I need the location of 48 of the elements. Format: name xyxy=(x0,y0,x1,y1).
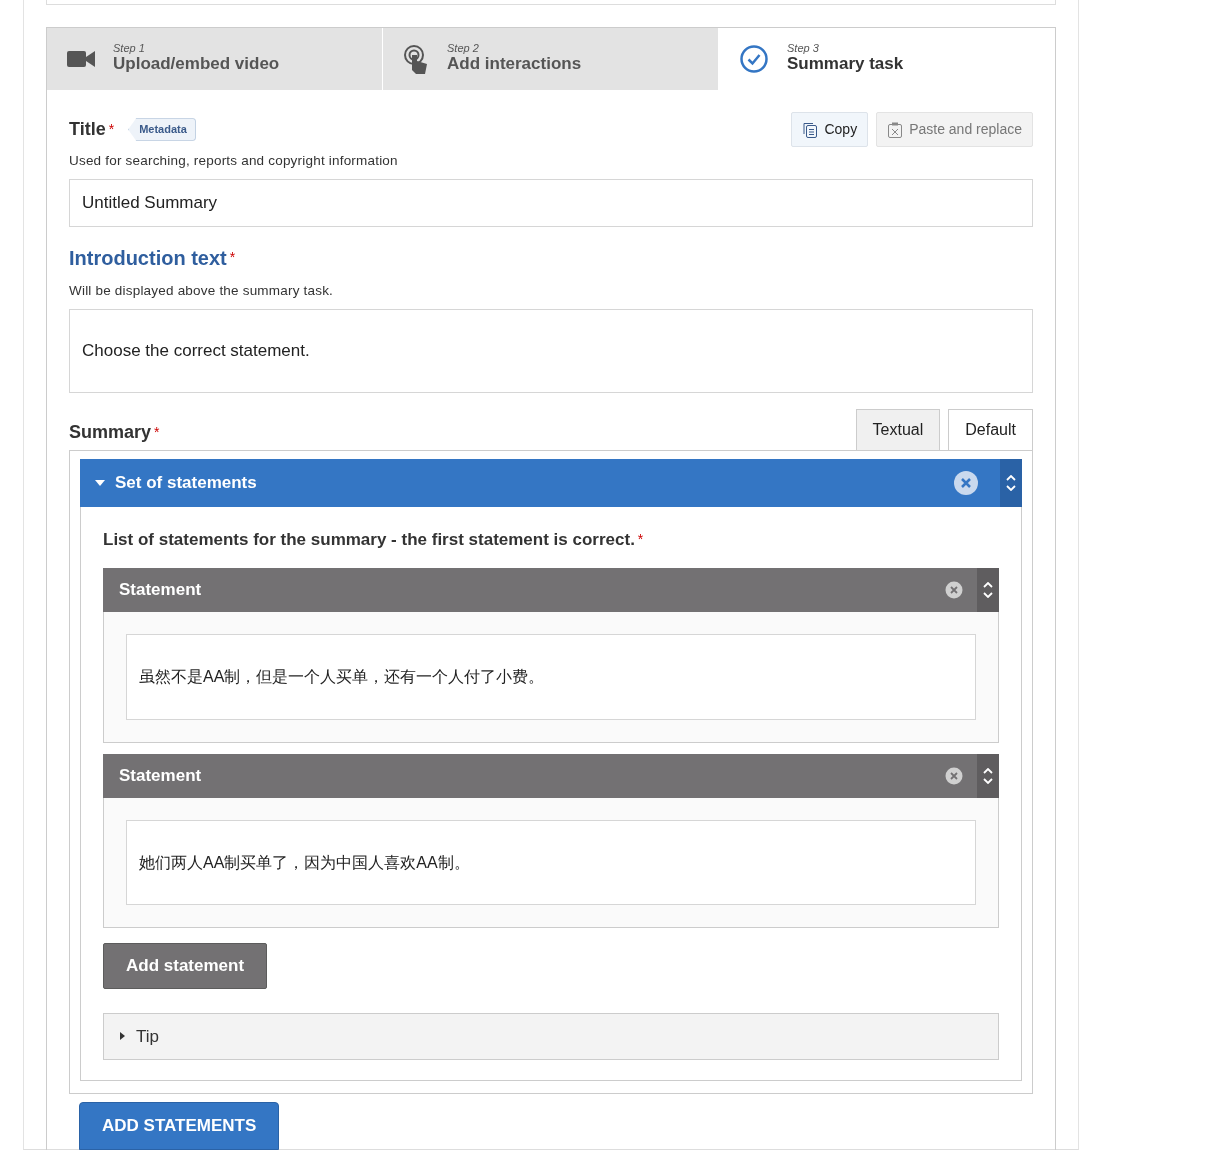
step-number: Step 1 xyxy=(113,43,146,55)
metadata-tag[interactable]: Metadata xyxy=(128,118,196,141)
copy-icon xyxy=(802,121,819,138)
field-description: Used for searching, reports and copyright information xyxy=(69,152,399,170)
step-label: Summary task xyxy=(787,54,904,75)
field-label: Summary xyxy=(69,420,152,444)
statement-field[interactable]: 虽然不是AA制，但是一个人买单，还有一个人付了小费。 xyxy=(126,634,976,720)
required-mark: * xyxy=(637,529,644,549)
step-label: Upload/embed video xyxy=(113,54,280,75)
add-statement-button[interactable]: Add statement xyxy=(103,943,268,989)
move-up-icon xyxy=(1006,474,1016,481)
move-down-icon xyxy=(1006,484,1016,491)
copy-button[interactable]: Copy xyxy=(791,112,869,147)
list-label: List of statements for the summary - the first statement is correct. xyxy=(103,528,635,551)
tip-toggle[interactable]: Tip xyxy=(103,1012,999,1061)
caret-down-icon xyxy=(95,477,105,488)
step-tab[interactable]: Step 1 Upload/embed video xyxy=(47,28,383,90)
step-label: Add interactions xyxy=(447,54,582,75)
field-description: Will be displayed above the summary task. xyxy=(69,281,335,300)
required-mark: * xyxy=(229,248,236,268)
move-down-icon xyxy=(983,777,993,784)
required-mark: * xyxy=(154,422,160,442)
required-mark: * xyxy=(108,120,115,139)
move-up-icon xyxy=(983,582,993,588)
remove-icon xyxy=(945,766,963,785)
step-tab[interactable]: Step 2 Add interactions xyxy=(383,28,719,90)
editor-tab[interactable]: Textual xyxy=(855,408,941,450)
remove-icon xyxy=(954,470,978,495)
remove-icon xyxy=(945,581,963,599)
statement-header[interactable]: Statement xyxy=(103,568,999,612)
statement-header[interactable]: Statement xyxy=(103,753,999,798)
add-statements-button[interactable]: ADD STATEMENTS xyxy=(79,1102,280,1150)
text-input-field[interactable]: Untitled Summary xyxy=(69,179,1033,227)
caret-right-icon xyxy=(120,1032,126,1041)
field-label: Title xyxy=(69,118,106,141)
step-number: Step 3 xyxy=(787,43,820,55)
check-circle-icon xyxy=(739,44,769,74)
clipboard-icon xyxy=(887,121,904,138)
text-area-field[interactable]: Choose the correct statement. xyxy=(69,309,1033,393)
video-camera-icon xyxy=(67,49,95,69)
editor-tab[interactable]: Default xyxy=(948,408,1033,450)
field-label: Introduction text xyxy=(69,245,227,271)
step-number: Step 2 xyxy=(447,43,480,55)
move-down-icon xyxy=(983,592,993,598)
move-up-icon xyxy=(983,767,993,774)
statement-field[interactable]: 她们两人AA制买单了，因为中国人喜欢AA制。 xyxy=(126,819,976,906)
group-header[interactable]: Set of statements xyxy=(80,458,1022,507)
touch-icon xyxy=(403,44,429,74)
